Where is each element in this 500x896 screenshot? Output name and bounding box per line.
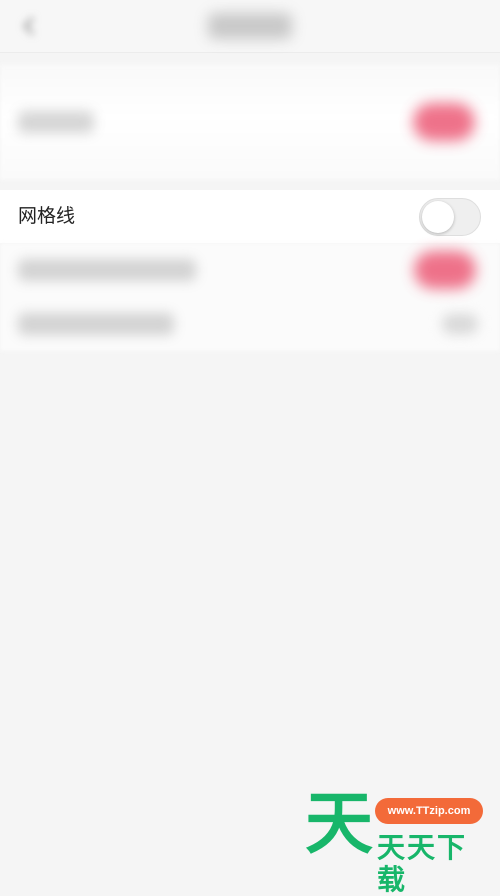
grid-lines-toggle[interactable] — [419, 198, 481, 236]
toggle-knob — [422, 201, 454, 233]
blurred-page-title — [208, 13, 292, 39]
blurred-toggle-on — [413, 103, 475, 141]
blurred-setting-label — [18, 259, 196, 281]
back-chevron-icon[interactable] — [18, 14, 42, 38]
site-watermark: 天 www.TTzip.com 天天下载 — [305, 785, 495, 896]
setting-row-grid-lines: 网格线 — [0, 190, 500, 243]
watermark-name: 天天下载 — [377, 831, 468, 896]
grid-lines-label: 网格线 — [18, 205, 76, 227]
blurred-setting-label — [18, 313, 174, 335]
watermark-logo-char: 天 — [305, 785, 374, 864]
blurred-toggle-off — [442, 314, 478, 334]
watermark-url: www.TTzip.com — [375, 798, 483, 824]
blurred-setting-label — [18, 111, 94, 133]
top-bar — [0, 0, 500, 53]
blurred-toggle-on — [414, 251, 476, 289]
